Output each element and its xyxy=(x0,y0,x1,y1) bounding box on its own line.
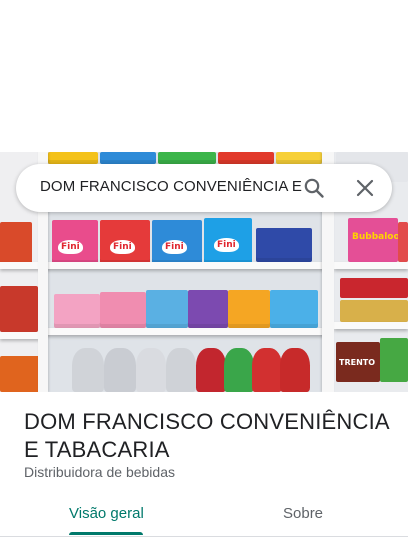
product-box xyxy=(158,152,216,164)
shelf xyxy=(46,328,326,335)
product-box xyxy=(54,294,100,328)
product-box xyxy=(100,152,156,164)
shelf xyxy=(334,262,408,269)
close-icon[interactable] xyxy=(353,176,377,200)
search-icon[interactable] xyxy=(302,176,326,200)
product-can xyxy=(136,348,166,392)
shelf xyxy=(46,262,326,269)
product-can xyxy=(224,348,254,392)
tab-about[interactable]: Sobre xyxy=(283,504,323,526)
product-box xyxy=(380,338,408,382)
product-box xyxy=(228,290,270,328)
product-box xyxy=(48,152,98,164)
product-can xyxy=(196,348,226,392)
tab-selected-indicator xyxy=(69,532,143,535)
product-box: Bubbaloo xyxy=(348,218,400,262)
product-box xyxy=(146,290,188,328)
product-can xyxy=(252,348,282,392)
shelf xyxy=(0,332,40,339)
product-box xyxy=(218,152,274,164)
brand-label: Fini xyxy=(162,240,187,254)
product-box xyxy=(0,222,32,264)
product-can xyxy=(166,348,196,392)
product-box: Fini xyxy=(152,220,202,264)
product-box xyxy=(340,278,408,298)
tabs-divider xyxy=(0,536,408,537)
product-box xyxy=(100,292,146,328)
product-box xyxy=(398,222,408,262)
product-box xyxy=(256,228,312,262)
search-bar[interactable]: DOM FRANCISCO CONVENIÊNCIA E xyxy=(16,164,392,212)
shelf xyxy=(334,322,408,329)
product-can xyxy=(280,348,310,392)
search-input[interactable]: DOM FRANCISCO CONVENIÊNCIA E xyxy=(40,178,304,195)
product-box xyxy=(276,152,322,164)
shelf xyxy=(0,262,40,269)
side-brand-label: Bubbaloo xyxy=(352,232,400,242)
product-box xyxy=(340,300,408,322)
product-can xyxy=(104,348,136,392)
brand-label: Fini xyxy=(58,240,83,254)
product-box: Fini xyxy=(204,218,252,264)
blank-header-area xyxy=(0,0,408,152)
product-box xyxy=(0,286,38,332)
tab-overview[interactable]: Visão geral xyxy=(69,504,144,526)
product-box: Fini xyxy=(52,220,98,264)
place-category: Distribuidora de bebidas xyxy=(24,464,175,480)
product-box xyxy=(270,290,318,328)
product-box: TRENTO xyxy=(336,342,380,382)
brand-label: Fini xyxy=(110,240,135,254)
product-box xyxy=(188,290,228,328)
place-title: DOM FRANCISCO CONVENIÊNCIA E TABACARIA xyxy=(24,409,389,462)
product-box: Fini xyxy=(100,220,150,264)
product-can xyxy=(72,348,104,392)
bottom-brand-label: TRENTO xyxy=(339,358,376,367)
place-tabs: Visão geral Sobre xyxy=(0,494,408,538)
brand-label: Fini xyxy=(214,238,239,252)
